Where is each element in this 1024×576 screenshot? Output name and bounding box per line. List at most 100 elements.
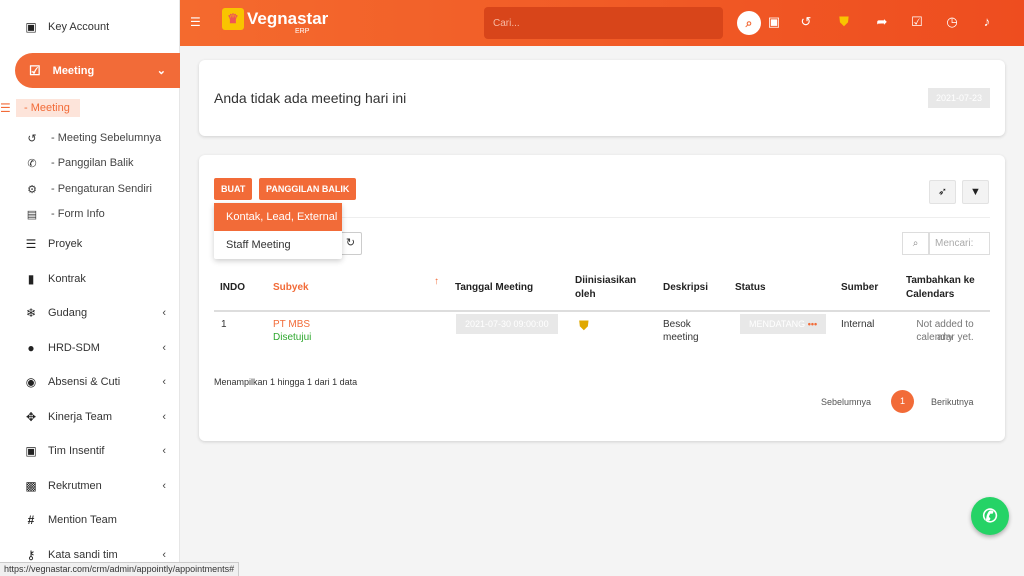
header-search-input[interactable]: Cari... [484, 7, 723, 39]
sidebar-item-label: Kata sandi tim [48, 549, 118, 561]
status-label: MENDATANG [749, 319, 806, 329]
whatsapp-chat-icon[interactable]: ✆ [971, 497, 1009, 535]
dropdown-item-staff-meeting[interactable]: Staff Meeting [214, 231, 342, 259]
brand-name: Vegnastar [247, 9, 329, 28]
history-icon[interactable]: ↺ [797, 13, 815, 31]
sidebar-item-label: Mention Team [48, 514, 117, 526]
chevron-left-icon: ‹ [162, 445, 166, 457]
sidebar-subitem-self-settings[interactable]: ⚙ - Pengaturan Sendiri [0, 179, 180, 199]
sidebar-item-label: Tim Insentif [48, 445, 105, 457]
sidebar-subitem-label: - Form Info [51, 208, 105, 220]
column-header-indo[interactable]: INDO [220, 281, 245, 295]
header-divider [214, 310, 990, 312]
sort-ascending-icon[interactable]: ↑ [434, 275, 439, 289]
column-header-status[interactable]: Status [735, 281, 766, 295]
no-meeting-message: Anda tidak ada meeting hari ini [214, 90, 407, 106]
sidebar-item-absensi[interactable]: ◉ Absensi & Cuti ‹ [0, 368, 180, 396]
sidebar-subitem-label: - Meeting Sebelumnya [51, 132, 162, 144]
form-icon: ▤ [26, 208, 38, 221]
appointments-panel: BUAT PANGGILAN BALIK ➶ ▼ ↻ ⌕ Mencari: Ko… [199, 155, 1005, 441]
chevron-left-icon: ‹ [162, 307, 166, 319]
status-bar-url: https://vegnastar.com/crm/admin/appointl… [0, 562, 240, 576]
sidebar-subitem-label: - Panggilan Balik [51, 157, 134, 169]
sidebar-item-key-account[interactable]: ▣ Key Account [0, 13, 180, 41]
sidebar-subitem-meeting[interactable]: ☰ - Meeting [0, 98, 80, 118]
initiator-avatar-icon[interactable]: ⛊ [579, 319, 589, 332]
column-header-initiated[interactable]: Diinisiasikan oleh [575, 274, 636, 302]
sidebar-item-hrd-sdm[interactable]: ● HRD-SDM ‹ [0, 334, 180, 362]
sidebar-item-label: Proyek [48, 238, 83, 250]
rocket-icon[interactable]: ➶ [929, 180, 956, 204]
sidebar-item-label: Kontrak [48, 273, 86, 285]
column-header-source[interactable]: Sumber [841, 281, 878, 295]
share-icon[interactable]: ➦ [873, 13, 891, 31]
sidebar-subitem-label: - Meeting [16, 99, 80, 117]
sidebar-item-meeting[interactable]: ☑ Meeting ⌄ [15, 53, 180, 88]
money-icon: ▣ [25, 444, 37, 458]
hamburger-menu-icon[interactable]: ☰ [190, 15, 201, 29]
history-icon: ↺ [27, 132, 37, 145]
clock-icon[interactable]: ◷ [943, 13, 961, 31]
brand-sub: ERP [295, 28, 310, 35]
sidebar-subitem-callback[interactable]: ✆ - Panggilan Balik [0, 153, 180, 173]
sidebar-item-rekrutmen[interactable]: ▩ Rekrutmen ‹ [0, 472, 180, 500]
chevron-left-icon: ‹ [162, 342, 166, 354]
search-icon[interactable]: ⌕ [737, 11, 761, 35]
list-icon: ☰ [0, 101, 11, 115]
sidebar-item-label: Key Account [48, 21, 110, 33]
chevron-left-icon: ‹ [162, 411, 166, 423]
crown-logo-icon: ♛ [222, 8, 244, 30]
meeting-notice-panel: Anda tidak ada meeting hari ini 2021-07-… [199, 60, 1005, 136]
sidebar-item-kinerja-team[interactable]: ✥ Kinerja Team ‹ [0, 403, 180, 431]
snowflake-icon: ❄ [25, 306, 37, 320]
sidebar-item-mention-team[interactable]: # Mention Team [0, 506, 180, 534]
cell-source: Internal [841, 319, 875, 330]
sidebar-item-proyek[interactable]: ☰ Proyek [0, 230, 180, 258]
user-circle-icon: ◉ [25, 375, 37, 389]
column-header-description[interactable]: Deskripsi [663, 281, 708, 295]
pagination-page-1[interactable]: 1 [891, 390, 914, 413]
sidebar-subitem-form-info[interactable]: ▤ - Form Info [0, 204, 180, 224]
column-header-calendar[interactable]: Tambahkan ke Calendars [906, 274, 975, 302]
header-line: Diinisiasikan [575, 275, 637, 286]
sidebar-item-label: HRD-SDM [48, 342, 100, 354]
cell-description-1: Besok [663, 319, 691, 330]
header-line: Calendars [906, 289, 955, 300]
chevron-left-icon: ‹ [162, 376, 166, 388]
dropdown-item-contact-lead-external[interactable]: Kontak, Lead, External [214, 203, 342, 231]
checkbox-icon[interactable]: ☑ [908, 13, 926, 31]
chevron-left-icon: ‹ [162, 480, 166, 492]
sidebar-subitem-previous-meeting[interactable]: ↺ - Meeting Sebelumnya [0, 128, 180, 148]
sidebar-item-tim-insentif[interactable]: ▣ Tim Insentif ‹ [0, 437, 180, 465]
gear-icon: ⚙ [27, 183, 37, 196]
cell-meeting-date: 2021-07-30 09:00:00 [456, 314, 558, 334]
user-badge-icon: ▩ [25, 479, 37, 493]
column-header-subject[interactable]: Subyek [273, 281, 309, 295]
bell-icon[interactable]: ♪ [978, 13, 996, 31]
pagination-next[interactable]: Berikutnya [931, 397, 974, 407]
filter-icon[interactable]: ▼ [962, 180, 989, 204]
create-button[interactable]: BUAT [214, 178, 253, 200]
status-badge[interactable]: MENDATANG ••• [740, 314, 827, 334]
id-card-icon[interactable]: ▣ [765, 13, 783, 31]
sidebar-item-gudang[interactable]: ❄ Gudang ‹ [0, 299, 180, 327]
file-icon: ▮ [27, 272, 35, 286]
more-dots-icon[interactable]: ••• [808, 319, 817, 329]
search-icon: ⌕ [902, 232, 929, 255]
callback-button[interactable]: PANGGILAN BALIK [259, 178, 357, 200]
cell-indo: 1 [221, 319, 227, 330]
cell-subject-link[interactable]: PT MBS [273, 318, 310, 331]
sidebar-item-label: Absensi & Cuti [48, 376, 121, 388]
brand-logo[interactable]: ♛ Vegnastar ERP [222, 8, 329, 35]
table-search-input[interactable]: Mencari: [929, 232, 990, 255]
pagination-previous[interactable]: Sebelumnya [821, 397, 871, 407]
contact-card-icon: ▣ [25, 20, 37, 34]
today-date-badge: 2021-07-23 [927, 88, 990, 108]
table-info: Menampilkan 1 hingga 1 dari 1 data [214, 377, 358, 387]
users-icon: ● [27, 341, 35, 355]
user-avatar-icon[interactable]: ⛊ [835, 13, 853, 31]
refresh-icon[interactable]: ↻ [339, 232, 362, 255]
sidebar-item-kontrak[interactable]: ▮ Kontrak [0, 265, 180, 293]
column-header-date[interactable]: Tanggal Meeting [455, 281, 533, 295]
sidebar-item-label: Meeting [52, 64, 95, 77]
